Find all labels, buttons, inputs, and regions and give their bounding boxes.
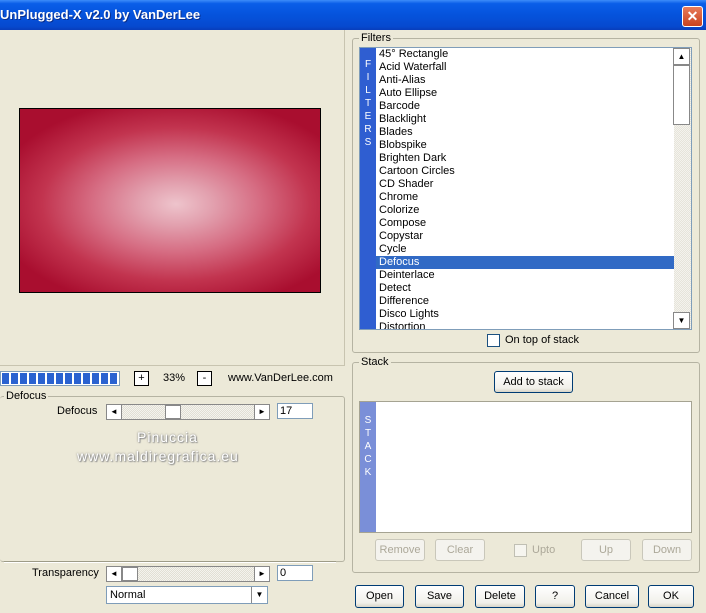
filters-strip: F I L T E R S: [360, 48, 376, 329]
filter-list-item[interactable]: Cycle: [376, 243, 674, 256]
filters-list: 45° Rectangle Acid Waterfall Anti-Alias Aut…: [376, 48, 674, 329]
right-arrow-icon: ►: [258, 407, 266, 416]
filter-list-item[interactable]: Cartoon Circles: [376, 165, 674, 178]
preview-image: [19, 108, 321, 293]
scroll-up-icon: ▲: [677, 52, 686, 61]
filter-list-item[interactable]: Copystar: [376, 230, 674, 243]
down-button[interactable]: Down: [642, 539, 692, 561]
filter-list-item[interactable]: Auto Ellipse: [376, 87, 674, 100]
filter-list-item[interactable]: Anti-Alias: [376, 74, 674, 87]
left-arrow-icon: ◄: [110, 407, 118, 416]
filters-strip-letter: E: [364, 111, 372, 122]
filters-strip-letter: T: [364, 98, 372, 109]
defocus-group: [0, 396, 345, 562]
ok-button[interactable]: OK: [648, 585, 694, 608]
slider-left-arrow[interactable]: ◄: [106, 404, 122, 420]
slider-right-arrow[interactable]: ►: [254, 566, 270, 582]
filter-list-item[interactable]: Brighten Dark: [376, 152, 674, 165]
filter-list-item[interactable]: Defocus: [376, 256, 674, 269]
watermark-line1: Pinuccia: [137, 429, 198, 445]
filter-list-item[interactable]: Disco Lights: [376, 308, 674, 321]
slider-thumb[interactable]: [122, 567, 138, 581]
slider-right-arrow[interactable]: ►: [254, 404, 270, 420]
slider-thumb[interactable]: [165, 405, 181, 419]
stack-group-label: Stack: [359, 356, 391, 368]
save-button[interactable]: Save: [415, 585, 464, 608]
progress-bar: [0, 371, 120, 386]
transparency-slider[interactable]: ◄ ►: [106, 566, 270, 582]
filter-list-item[interactable]: Detect: [376, 282, 674, 295]
filters-strip-letter: R: [364, 124, 372, 135]
defocus-slider[interactable]: ◄ ►: [106, 404, 270, 420]
filter-list-item[interactable]: Difference: [376, 295, 674, 308]
watermark-line2: www.maldiregrafica.eu: [77, 448, 239, 464]
close-button[interactable]: ✕: [682, 6, 703, 27]
defocus-value-field[interactable]: 17: [277, 403, 313, 419]
plus-icon: +: [138, 372, 145, 384]
stack-strip-letter: C: [364, 454, 372, 465]
website-link[interactable]: www.VanDerLee.com: [228, 372, 333, 384]
filter-list-item[interactable]: Colorize: [376, 204, 674, 217]
left-arrow-icon: ◄: [110, 569, 118, 578]
delete-button[interactable]: Delete: [475, 585, 525, 608]
stack-strip-letter: A: [364, 441, 372, 452]
cancel-button[interactable]: Cancel: [585, 585, 639, 608]
blend-mode-select[interactable]: Normal ▼: [106, 586, 268, 604]
filter-list-item[interactable]: Blacklight: [376, 113, 674, 126]
clear-button[interactable]: Clear: [435, 539, 485, 561]
upto-label: Upto: [532, 544, 556, 556]
remove-button[interactable]: Remove: [375, 539, 425, 561]
filters-strip-letter: I: [366, 72, 370, 83]
on-top-label: On top of stack: [505, 334, 579, 346]
filters-scrollbar[interactable]: ▲ ▼: [673, 48, 691, 329]
up-button[interactable]: Up: [581, 539, 631, 561]
zoom-in-button[interactable]: +: [134, 371, 149, 386]
filter-list-item[interactable]: Blobspike: [376, 139, 674, 152]
blend-mode-value: Normal: [110, 589, 146, 601]
transparency-value-field[interactable]: 0: [277, 565, 313, 581]
close-icon: ✕: [686, 8, 699, 24]
stack-strip: S T A C K: [360, 402, 376, 532]
help-button[interactable]: ?: [535, 585, 575, 608]
zoom-value: 33%: [163, 372, 186, 384]
slider-left-arrow[interactable]: ◄: [106, 566, 122, 582]
stack-strip-letter: S: [364, 415, 372, 426]
filters-group-label: Filters: [359, 32, 393, 44]
title-bar: UnPlugged-X v2.0 by VanDerLee ✕: [0, 0, 706, 30]
right-arrow-icon: ►: [258, 569, 266, 578]
filter-list-item[interactable]: Acid Waterfall: [376, 61, 674, 74]
open-button[interactable]: Open: [355, 585, 404, 608]
zoom-out-button[interactable]: -: [197, 371, 212, 386]
scroll-up-button[interactable]: ▲: [673, 48, 690, 65]
dropdown-arrow[interactable]: ▼: [251, 587, 267, 603]
filter-list-item[interactable]: 45° Rectangle: [376, 48, 674, 61]
filters-strip-letter: S: [364, 137, 372, 148]
minus-icon: -: [202, 372, 207, 384]
divider: [4, 561, 336, 563]
stack-list: [359, 401, 692, 533]
filter-list-item[interactable]: CD Shader: [376, 178, 674, 191]
defocus-param-label: Defocus: [57, 405, 98, 417]
stack-strip-letter: T: [364, 428, 372, 439]
filters-strip-letter: F: [364, 59, 372, 70]
add-to-stack-button[interactable]: Add to stack: [494, 371, 573, 393]
filter-list-item[interactable]: Distortion: [376, 321, 674, 329]
defocus-group-label: Defocus: [4, 390, 49, 402]
chevron-down-icon: ▼: [255, 590, 264, 599]
filter-list-item[interactable]: Blades: [376, 126, 674, 139]
scroll-down-icon: ▼: [677, 316, 686, 325]
filter-list-item[interactable]: Deinterlace: [376, 269, 674, 282]
on-top-checkbox[interactable]: [487, 334, 500, 347]
filter-list-item[interactable]: Barcode: [376, 100, 674, 113]
filter-list-item[interactable]: Compose: [376, 217, 674, 230]
scroll-thumb[interactable]: [673, 65, 690, 125]
progress-fill: [2, 373, 118, 384]
transparency-label: Transparency: [32, 567, 99, 579]
filters-strip-letter: L: [365, 85, 371, 96]
stack-strip-letter: K: [364, 467, 372, 478]
upto-checkbox[interactable]: [514, 544, 527, 557]
scroll-down-button[interactable]: ▼: [673, 312, 690, 329]
window-title: UnPlugged-X v2.0 by VanDerLee: [0, 7, 201, 22]
filter-list-item[interactable]: Chrome: [376, 191, 674, 204]
